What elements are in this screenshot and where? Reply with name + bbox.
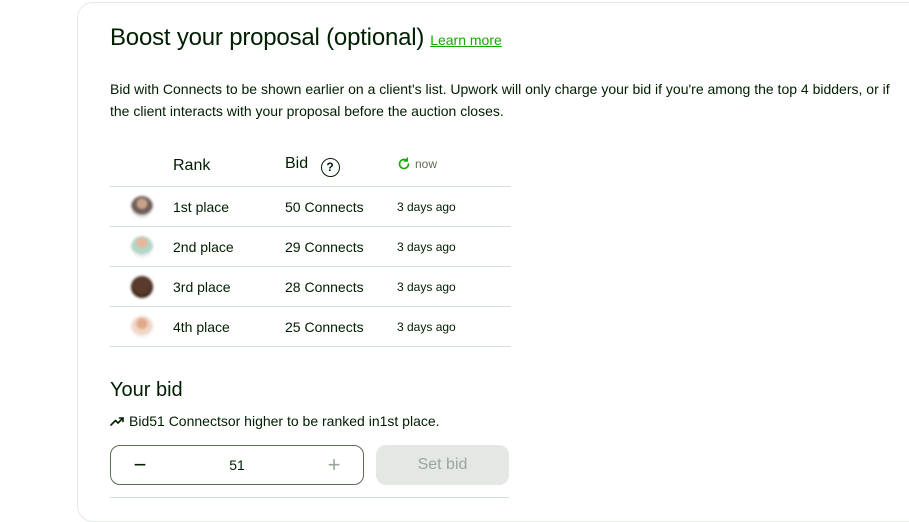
set-bid-button[interactable]: Set bid [376,445,509,485]
time-cell: 3 days ago [397,186,511,227]
avatar-cell [110,266,173,307]
boost-description: Bid with Connects to be shown earlier on… [110,81,890,119]
bid-hint: Bid 51 Connects or higher to be ranked i… [110,413,440,429]
rank-cell: 2nd place [173,226,285,267]
bid-cell: 25 Connects [285,306,397,347]
divider [110,497,509,498]
bid-cell: 29 Connects [285,226,397,267]
trend-up-icon [110,417,124,426]
avatar [131,195,153,218]
time-cell: 3 days ago [397,266,511,307]
refresh-header: now [397,146,511,187]
bid-header: Bid ? [285,146,397,187]
rank-cell: 3rd place [173,266,285,307]
rank-cell: 4th place [173,306,285,347]
hint-amount: 51 Connects [149,413,228,429]
avatar-cell [110,186,173,227]
help-icon[interactable]: ? [320,157,340,177]
bid-stepper: − 51 + [110,445,364,485]
hint-middle: or higher to be ranked in [227,413,380,429]
refresh-icon [398,156,410,169]
table-row: 1st place 50 Connects 3 days ago [110,186,511,227]
rank-header: Rank [173,146,285,187]
increment-button[interactable]: + [305,446,363,484]
avatar-header [110,146,173,187]
hint-place: 1st place [379,413,436,429]
avatar-cell [110,226,173,267]
table-row: 2nd place 29 Connects 3 days ago [110,226,511,267]
avatar [131,275,153,298]
bid-input[interactable]: 51 [169,457,305,473]
time-cell: 3 days ago [397,306,511,347]
avatar [131,315,153,338]
title-row: Boost your proposal (optional) Learn mor… [110,24,502,52]
hint-prefix: Bid [129,413,150,429]
refresh-label: now [415,156,438,171]
avatar [131,235,153,258]
bid-rank-table: Rank Bid ? now 1st place 50 Connects 3 d… [110,146,511,347]
refresh-button[interactable]: now [397,157,437,171]
table-row: 4th place 25 Connects 3 days ago [110,306,511,347]
your-bid-title: Your bid [110,379,183,401]
hint-suffix: . [435,413,440,429]
table-header-row: Rank Bid ? now [110,146,511,187]
page-title: Boost your proposal (optional) [110,24,425,51]
bid-cell: 28 Connects [285,266,397,307]
avatar-cell [110,306,173,347]
bid-cell: 50 Connects [285,186,397,227]
time-cell: 3 days ago [397,226,511,267]
rank-cell: 1st place [173,186,285,227]
table-row: 3rd place 28 Connects 3 days ago [110,266,511,307]
bid-header-label: Bid [285,155,309,173]
learn-more-link[interactable]: Learn more [430,32,502,48]
decrement-button[interactable]: − [111,446,169,484]
